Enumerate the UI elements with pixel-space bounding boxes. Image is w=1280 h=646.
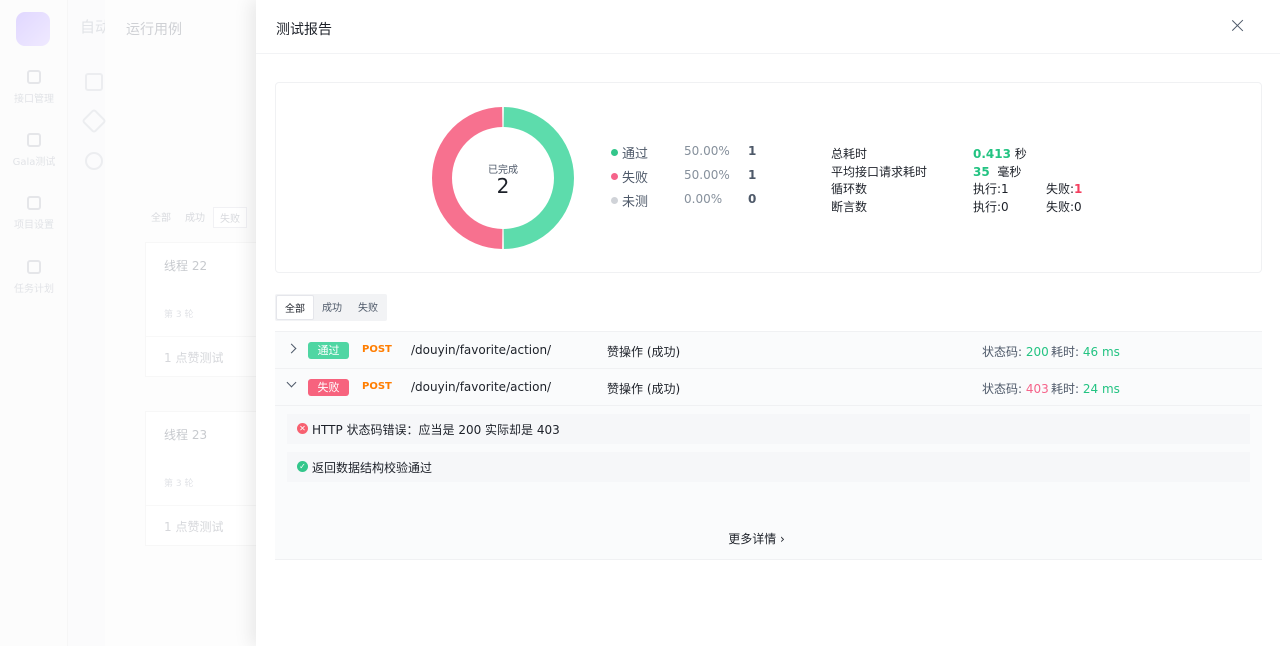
tab-all[interactable]: 全部 [276,295,314,320]
request-cost: 耗时: 24 ms [1051,382,1120,396]
legend-dot [611,149,618,156]
request-cost: 耗时: 46 ms [1051,345,1120,359]
status-badge: 通过 [308,342,349,359]
drawer-title: 测试报告 [276,22,332,38]
close-icon[interactable] [1228,16,1248,36]
status-badge: 失败 [308,379,349,396]
result-detail: ✕ HTTP 状态码错误：应当是 200 实际却是 403 ✓ 返回数据结构校验… [275,405,1262,560]
stat-avg-time: 平均接口请求耗时 35 毫秒 [831,165,1022,179]
legend-item-pass: 通过 50.00% 1 [611,142,771,162]
check-icon: ✓ [297,461,308,472]
stat-assertions: 断言数 执行:0 失败:0 [831,200,1082,214]
legend-item-fail: 失败 50.00% 1 [611,166,771,186]
request-desc: 赞操作 (成功) [607,345,681,359]
status-code: 状态码: 200 [982,345,1049,359]
result-row[interactable]: 通过 POST /douyin/favorite/action/ 赞操作 (成功… [275,331,1262,368]
tab-fail[interactable]: 失败 [350,295,386,320]
drawer-header: 测试报告 [256,0,1280,54]
result-list: 通过 POST /douyin/favorite/action/ 赞操作 (成功… [275,331,1262,560]
result-row[interactable]: 失败 POST /douyin/favorite/action/ 赞操作 (成功… [275,368,1262,405]
status-code: 状态码: 403 [982,382,1049,396]
assertion-ok: ✓ 返回数据结构校验通过 [287,452,1250,482]
error-icon: ✕ [297,423,308,434]
stat-total-time: 总耗时 0.413 秒 [831,147,1027,161]
assertion-error: ✕ HTTP 状态码错误：应当是 200 实际却是 403 [287,414,1250,444]
legend-dot [611,173,618,180]
request-desc: 赞操作 (成功) [607,382,681,396]
chevron-right-icon[interactable] [286,343,297,354]
http-method: POST [362,381,392,392]
chevron-down-icon[interactable] [286,377,297,388]
more-details-link[interactable]: 更多详情 › [263,530,1250,547]
test-report-drawer: 测试报告 已完成 2 通过 50.00% 1 失败 50.00% 1 未测 0.… [256,0,1280,646]
http-method: POST [362,344,392,355]
request-path: /douyin/favorite/action/ [411,380,552,394]
tab-success[interactable]: 成功 [314,295,350,320]
request-path: /douyin/favorite/action/ [411,343,552,357]
legend-dot [611,197,618,204]
legend-item-untested: 未测 0.00% 0 [611,190,771,210]
result-filter-tabs: 全部 成功 失败 [275,294,387,321]
stat-loops: 循环数 执行:1 失败:1 [831,182,1083,196]
report-summary: 已完成 2 通过 50.00% 1 失败 50.00% 1 未测 0.00% 0 [275,82,1262,273]
donut-count: 2 [496,174,510,198]
